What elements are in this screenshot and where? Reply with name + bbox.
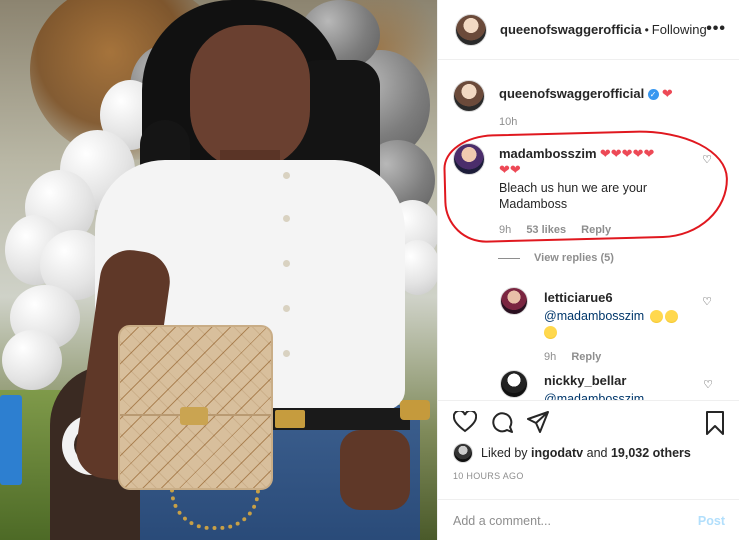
post-actions: Liked by ingodatv and 19,032 others 10 H… — [438, 400, 739, 540]
more-horizontal-icon[interactable]: ••• — [706, 20, 726, 38]
comment-username[interactable]: madambosszim — [499, 146, 597, 161]
post-timestamp[interactable]: 10 HOURS AGO — [453, 471, 524, 481]
reply-username[interactable]: letticiarue6 — [544, 290, 613, 305]
reply-username[interactable]: nickky_bellar — [544, 373, 626, 388]
reply-body: letticiarue6 @madambosszim 9h Reply — [544, 287, 694, 363]
comment-hearts: ❤❤ — [499, 162, 521, 177]
face — [190, 25, 310, 170]
reply-mention[interactable]: @madambosszim — [544, 309, 644, 323]
comment-reply-button[interactable]: Reply — [581, 224, 611, 236]
reply-heart-icon[interactable]: ♡ — [703, 378, 713, 391]
liked-by: Liked by ingodatv and 19,032 others — [453, 443, 691, 463]
verified-badge-icon: ✓ — [647, 89, 659, 101]
comment-avatar[interactable] — [453, 143, 485, 175]
reply: letticiarue6 @madambosszim 9h Reply — [500, 287, 694, 363]
add-comment-bar: Post — [438, 499, 739, 540]
liked-by-user[interactable]: ingodatv — [531, 446, 583, 460]
comment-bubble-icon[interactable] — [491, 411, 513, 433]
action-icons — [453, 411, 549, 433]
quilted-handbag — [118, 325, 273, 490]
caption-avatar[interactable] — [453, 80, 485, 112]
watch — [400, 400, 430, 420]
post-sidebar: queenofswaggerofficia • Following ••• qu… — [437, 0, 739, 540]
view-replies-label: View replies (5) — [534, 252, 614, 264]
caption-body: queenofswaggerofficial ✓ ❤ 10h — [499, 80, 699, 128]
bookmark-icon[interactable] — [705, 411, 725, 435]
reply: nickky_bellar @madambosszim — [500, 370, 694, 400]
comment-heart-icon[interactable]: ♡ — [702, 153, 712, 166]
view-replies-button[interactable]: View replies (5) — [498, 252, 614, 264]
divider-line — [498, 257, 520, 259]
comment-meta: 9h 53 likes Reply — [499, 224, 679, 236]
like-heart-icon[interactable] — [453, 411, 477, 433]
author-username[interactable]: queenofswaggerofficia — [500, 22, 642, 37]
reply-avatar[interactable] — [500, 287, 528, 315]
reply-heart-icon[interactable]: ♡ — [702, 295, 712, 308]
reply-mention[interactable]: @madambosszim — [544, 392, 644, 400]
reply-avatar[interactable] — [500, 370, 528, 398]
reply-text: @madambosszim — [544, 308, 694, 340]
liked-by-avatar[interactable] — [453, 443, 473, 463]
comment: madambosszim ❤❤❤❤❤ ❤❤ Bleach us hun we a… — [453, 143, 679, 236]
liked-by-count[interactable]: 19,032 others — [611, 446, 691, 460]
comment-hearts: ❤❤❤❤❤ — [599, 146, 655, 161]
caption-text: ❤ — [661, 86, 673, 101]
balloon — [2, 330, 62, 390]
caption-username[interactable]: queenofswaggerofficial — [499, 86, 644, 101]
post-button[interactable]: Post — [698, 514, 725, 528]
following-button[interactable]: Following — [652, 22, 707, 37]
hand — [340, 430, 410, 510]
laughing-emoji-icon — [664, 310, 678, 324]
post-photo[interactable] — [0, 0, 437, 540]
comment-likes[interactable]: 53 likes — [526, 224, 566, 236]
reply-clip: nickky_bellar @madambosszim ♡ — [438, 360, 739, 400]
laughing-emoji-icon — [544, 326, 557, 340]
post-header: queenofswaggerofficia • Following ••• — [438, 0, 739, 60]
comment-input[interactable] — [453, 513, 698, 528]
liked-by-text: Liked by ingodatv and 19,032 others — [481, 446, 691, 460]
share-paper-plane-icon[interactable] — [527, 411, 549, 433]
author-avatar[interactable] — [455, 13, 487, 46]
laughing-emoji-icon — [649, 310, 663, 324]
caption: queenofswaggerofficial ✓ ❤ 10h — [453, 80, 699, 128]
comment-time: 9h — [499, 224, 512, 236]
caption-time: 10h — [499, 116, 518, 128]
reply-body: nickky_bellar @madambosszim — [544, 370, 694, 400]
comment-body: madambosszim ❤❤❤❤❤ ❤❤ Bleach us hun we a… — [499, 143, 679, 236]
comment-text: Bleach us hun we are your Madamboss — [499, 181, 648, 211]
blue-cooler — [0, 395, 22, 485]
separator-dot: • — [644, 22, 649, 37]
person — [70, 0, 430, 540]
